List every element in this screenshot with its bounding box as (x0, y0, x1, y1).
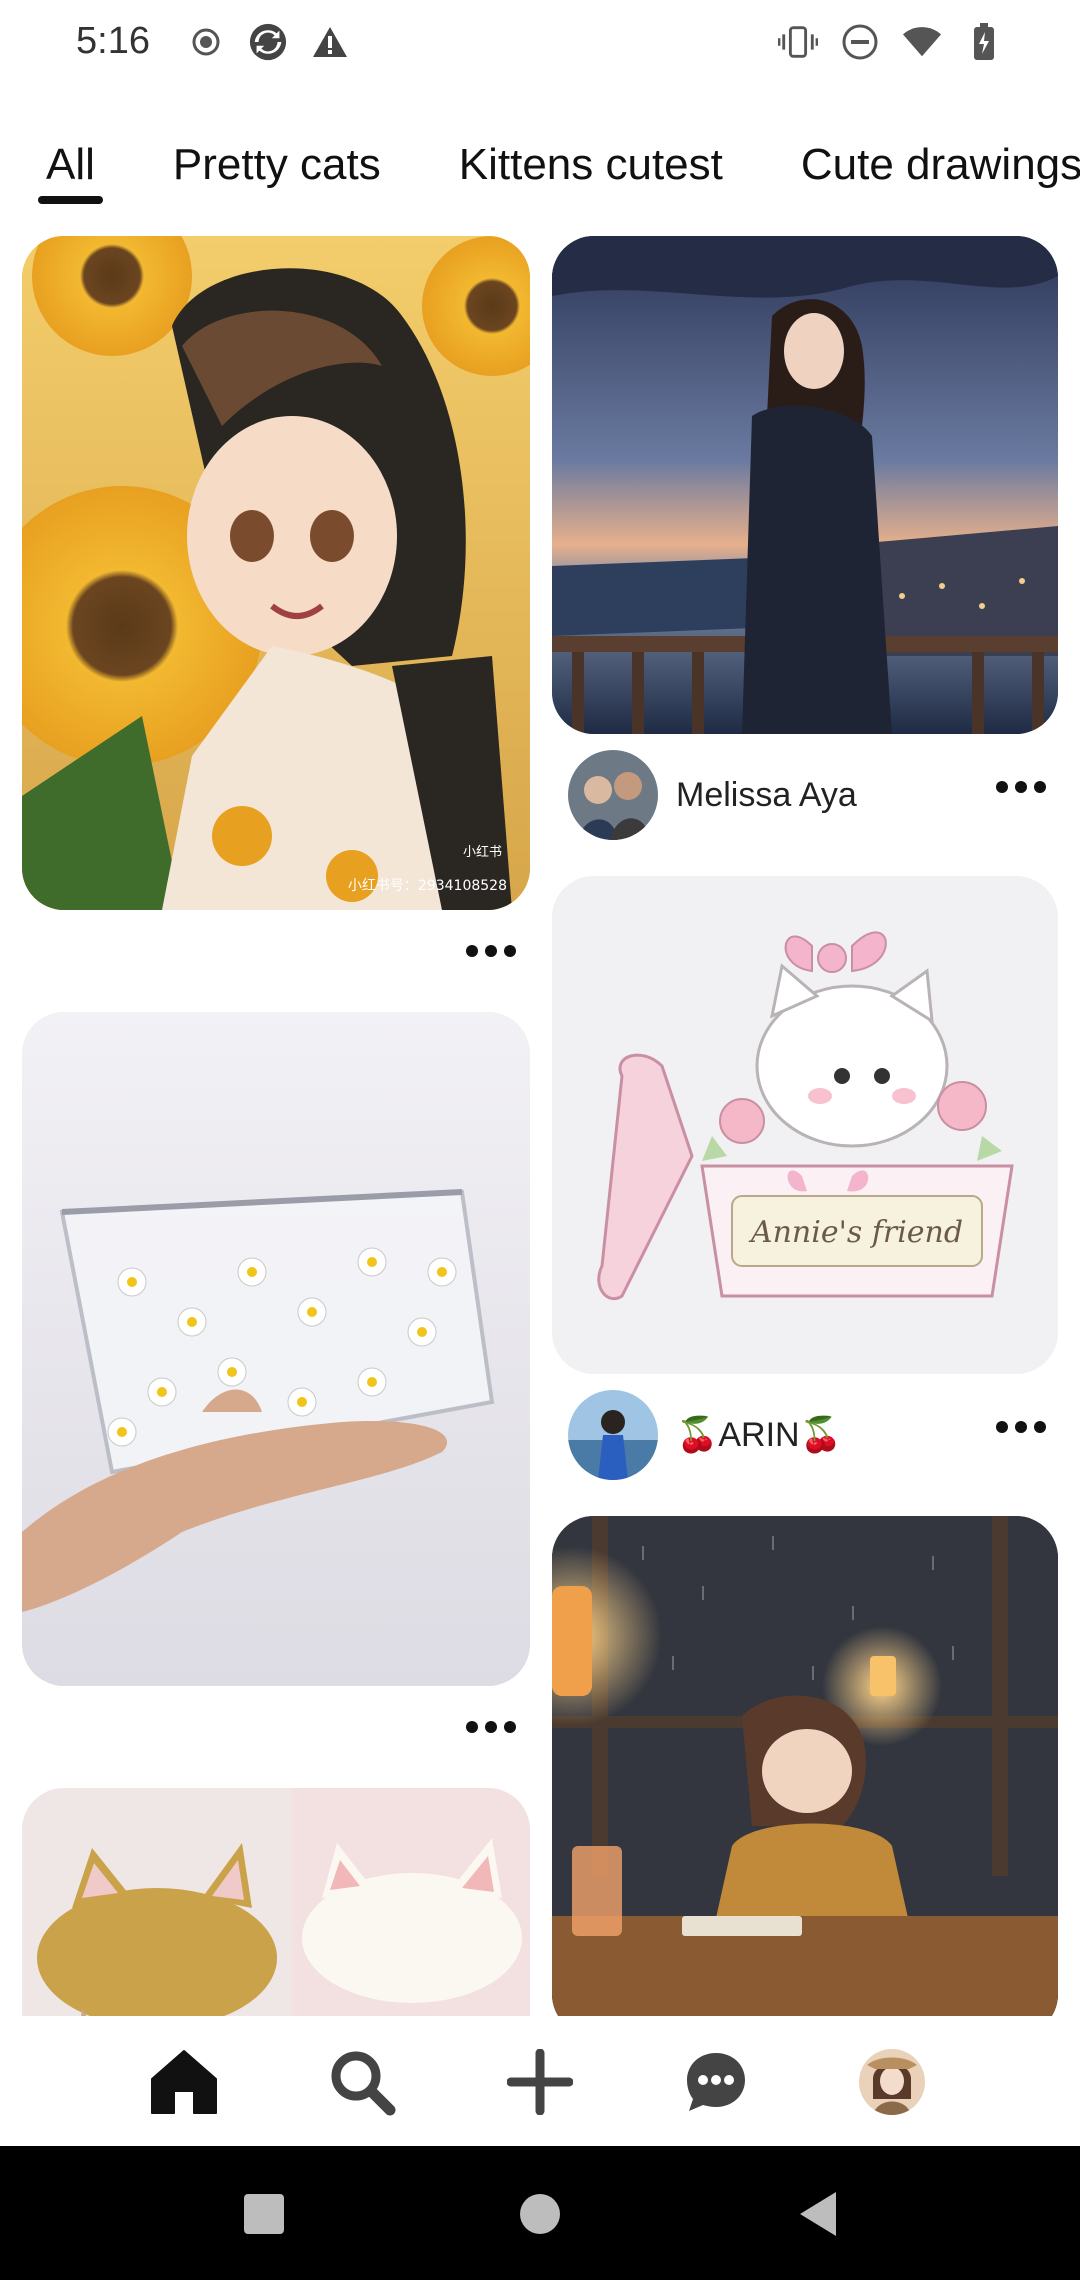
pin-girl-on-balcony[interactable] (552, 236, 1058, 734)
pin-creator[interactable]: Melissa Aya (568, 750, 857, 840)
messages-icon[interactable] (680, 2046, 752, 2118)
pin-creator[interactable]: 🍒ARIN🍒 (568, 1390, 842, 1480)
record-icon (186, 22, 226, 62)
dot-icon (996, 1421, 1008, 1433)
pin-sunflower-anime-girl[interactable]: 小红书 小红书号：2934108528 (22, 236, 530, 910)
vibrate-icon (778, 22, 818, 62)
board-tabs: All Pretty cats Kittens cutest Cute draw… (0, 140, 1080, 220)
wifi-icon (902, 22, 942, 62)
image-caption: Annie's friend (748, 1215, 963, 1250)
pin-more-button[interactable] (996, 1412, 1046, 1442)
girl-reading-rain-window-image (552, 1516, 1058, 2016)
recents-button[interactable] (236, 2186, 292, 2242)
tab-pretty-cats[interactable]: Pretty cats (173, 140, 381, 208)
tab-all[interactable]: All (38, 140, 103, 208)
dot-icon (466, 1721, 478, 1733)
status-right-icons (778, 22, 1004, 62)
svg-text:小红书号：2934108528: 小红书号：2934108528 (348, 878, 507, 894)
dot-icon (504, 945, 516, 957)
dot-icon (504, 1721, 516, 1733)
sunflower-anime-girl-image: 小红书 小红书号：2934108528 (22, 236, 530, 910)
search-icon[interactable] (326, 2046, 398, 2118)
bottom-nav (0, 2016, 1080, 2146)
creator-name: Melissa Aya (676, 775, 857, 814)
system-nav-bar (0, 2146, 1080, 2280)
status-time: 5:16 (76, 20, 150, 62)
pin-more-button[interactable] (996, 772, 1046, 802)
pin-more-button[interactable] (466, 936, 516, 966)
creator-avatar (568, 1390, 658, 1480)
status-bar: 5:16 (0, 0, 1080, 92)
dot-icon (996, 781, 1008, 793)
pin-clear-daisy-pouch[interactable] (22, 1012, 530, 1686)
pin-annies-friend-kitten[interactable]: Annie's friend (552, 876, 1058, 1374)
dot-icon (1015, 781, 1027, 793)
home-icon[interactable] (148, 2046, 220, 2118)
create-icon[interactable] (504, 2046, 576, 2118)
dot-icon (485, 1721, 497, 1733)
sync-icon (248, 22, 288, 62)
dot-icon (466, 945, 478, 957)
creator-avatar (568, 750, 658, 840)
cat-ear-berets-image (22, 1788, 530, 2016)
creator-name: 🍒ARIN🍒 (676, 1416, 842, 1454)
dot-icon (1034, 781, 1046, 793)
dot-icon (1034, 1421, 1046, 1433)
back-button[interactable] (790, 2186, 846, 2242)
battery-icon (964, 22, 1004, 62)
dot-icon (485, 945, 497, 957)
status-left-icons (186, 22, 350, 62)
girl-on-balcony-sunset-image (552, 236, 1058, 734)
pin-feed: 小红书 小红书号：2934108528 Melissa Aya Annie's … (0, 236, 1080, 2016)
annies-friend-kitten-box-image: Annie's friend (552, 876, 1058, 1374)
tab-kittens-cutest[interactable]: Kittens cutest (459, 140, 723, 208)
profile-avatar[interactable] (856, 2046, 928, 2118)
dot-icon (1015, 1421, 1027, 1433)
clear-daisy-pouch-image (22, 1012, 530, 1686)
pin-more-button[interactable] (466, 1712, 516, 1742)
pin-watermark: 小红书 (463, 844, 502, 860)
warning-icon (310, 22, 350, 62)
tab-cute-drawings[interactable]: Cute drawings (801, 140, 1080, 208)
pin-cat-ear-berets[interactable] (22, 1788, 530, 2016)
profile-avatar-image (859, 2049, 925, 2115)
home-button[interactable] (512, 2186, 568, 2242)
pin-girl-reading-rain[interactable] (552, 1516, 1058, 2016)
pinterest-home-screen: 5:16 All Pretty cats Kittens cutest Cute… (0, 0, 1080, 2280)
do-not-disturb-icon (840, 22, 880, 62)
